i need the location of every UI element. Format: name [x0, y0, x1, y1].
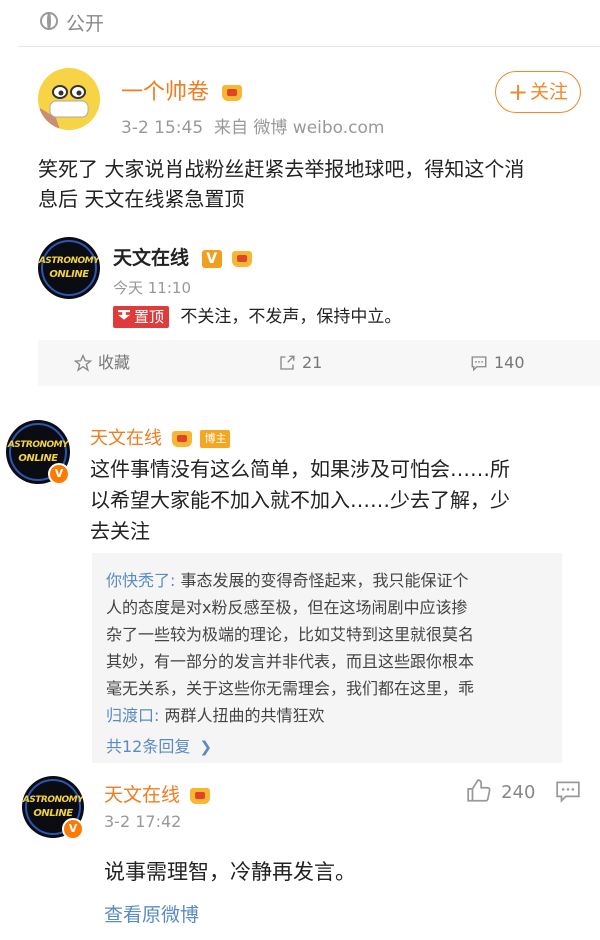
share-icon: [280, 355, 295, 370]
globe-icon: [40, 12, 58, 30]
pinned-badge: 置顶: [113, 306, 170, 328]
comment-text-line: 以希望大家能不加入就不加入……少去了解，少: [90, 488, 510, 512]
reply-text: 事态发展的变得奇怪起来，我只能保证个: [175, 571, 469, 590]
follow-label: 关注: [530, 81, 569, 103]
comment-count: 140: [494, 353, 525, 372]
comment1-author[interactable]: 天文在线 博主: [90, 424, 231, 450]
reply-1[interactable]: 你快秃了: 事态发展的变得奇怪起来，我只能保证个 人的态度是对x粉反感至极，但在…: [106, 567, 474, 702]
emoji-face-icon: [38, 68, 100, 130]
verified-v-icon: V: [201, 249, 222, 268]
reply-author[interactable]: 归渡口:: [106, 706, 159, 725]
avatar-text: ASTRONOMY: [22, 795, 84, 805]
vip-crown-icon: [222, 85, 243, 101]
comment1-text: 这件事情没有这么简单，如果涉及可怕会……所 以希望大家能不加入就不加入……少去了…: [90, 454, 510, 547]
post-author-name[interactable]: 一个帅卷: [121, 74, 243, 106]
vip-crown-icon: [171, 431, 192, 447]
reply-text: 杂了一些较为极端的理论，比如艾特到这里就很莫名: [106, 625, 475, 644]
reply-text: 人的态度是对x粉反感至极，但在这场闹剧中应该掺: [106, 598, 468, 617]
repost-text-content: 不关注，不发声，保持中立。: [180, 307, 402, 327]
post-text: 笑死了 大家说肖战粉丝赶紧去举报地球吧，得知这个消 息后 天文在线紧急置顶: [38, 154, 524, 214]
pinned-label: 置顶: [134, 308, 165, 326]
post-meta: 3-2 15:45 来自 微博 weibo.com: [121, 113, 384, 138]
comment-icon: [471, 356, 487, 372]
repost-author-avatar[interactable]: ASTRONOMY ONLINE: [38, 237, 100, 299]
replies-box: 你快秃了: 事态发展的变得奇怪起来，我只能保证个 人的态度是对x粉反感至极，但在…: [92, 553, 562, 763]
reply-text: 两群人扭曲的共情狂欢: [159, 706, 325, 725]
post-text-line: 笑死了 大家说肖战粉丝赶紧去举报地球吧，得知这个消: [38, 157, 525, 181]
post-text-line: 息后 天文在线紧急置顶: [38, 187, 245, 211]
post-author-label: 一个帅卷: [121, 80, 210, 105]
avatar-text: ASTRONOMY: [38, 256, 100, 266]
reply-text: 其妙，有一部分的发言并非代表，而且这些跟你根本: [106, 652, 475, 671]
post-action-bar: 收藏 21 140: [38, 340, 600, 386]
view-original-link[interactable]: 查看原微博: [104, 900, 199, 927]
forward-count: 21: [302, 353, 323, 372]
visibility-bar: 公开: [0, 0, 600, 46]
comment2-author-label: 天文在线: [104, 784, 181, 806]
comment2-time: 3-2 17:42: [104, 812, 182, 831]
reply-comment-button[interactable]: [555, 778, 581, 808]
reply-text: 毫无关系，关于这些你无需理会，我们都在这里，乖: [106, 679, 475, 698]
avatar-text: ONLINE: [49, 269, 89, 280]
like-count: 240: [501, 782, 536, 803]
comment2-text: 说事需理智，冷静再发言。: [104, 860, 356, 884]
repost-text: 置顶 不关注，不发声，保持中立。: [113, 302, 401, 328]
more-replies-link[interactable]: 共12条回复 ❯: [106, 733, 212, 757]
post-author-avatar[interactable]: [38, 68, 100, 130]
repost-time: 今天 11:10: [113, 279, 191, 297]
plus-icon: +: [507, 78, 529, 106]
comment2-author[interactable]: 天文在线: [104, 780, 211, 807]
author-badge: 博主: [200, 430, 231, 448]
verified-badge-icon: V: [48, 463, 70, 485]
comment-icon: [556, 781, 580, 803]
forward-button[interactable]: 21: [278, 340, 322, 386]
repost-author-label: 天文在线: [113, 247, 190, 269]
star-icon: [73, 353, 93, 372]
post-time: 3-2 15:45: [121, 118, 204, 138]
avatar-text: ASTRONOMY: [7, 440, 69, 450]
verified-badge-icon: V: [62, 818, 84, 840]
divider: [18, 46, 600, 47]
vip-crown-icon: [232, 250, 253, 267]
vip-crown-icon: [190, 787, 211, 804]
reply-author[interactable]: 你快秃了:: [106, 571, 175, 590]
thumbs-up-icon: [467, 779, 491, 802]
chevron-right-icon: ❯: [199, 738, 213, 756]
visibility-label: 公开: [66, 13, 105, 35]
comment-text-line: 去关注: [90, 519, 150, 543]
repost-author-name[interactable]: 天文在线 V: [113, 243, 253, 270]
pin-icon: [118, 310, 130, 324]
comment1-author-label: 天文在线: [90, 428, 162, 449]
post-source: 来自 微博 weibo.com: [213, 118, 385, 138]
more-replies-label: 共12条回复: [106, 737, 191, 756]
follow-button[interactable]: + 关注: [495, 71, 581, 113]
favorite-button[interactable]: 收藏: [73, 340, 131, 386]
comment-button[interactable]: 140: [470, 340, 525, 386]
like-button[interactable]: 240: [466, 778, 535, 804]
favorite-label: 收藏: [98, 353, 131, 372]
comment-text-line: 这件事情没有这么简单，如果涉及可怕会……所: [90, 457, 510, 481]
reply-2[interactable]: 归渡口: 两群人扭曲的共情狂欢: [106, 702, 325, 726]
